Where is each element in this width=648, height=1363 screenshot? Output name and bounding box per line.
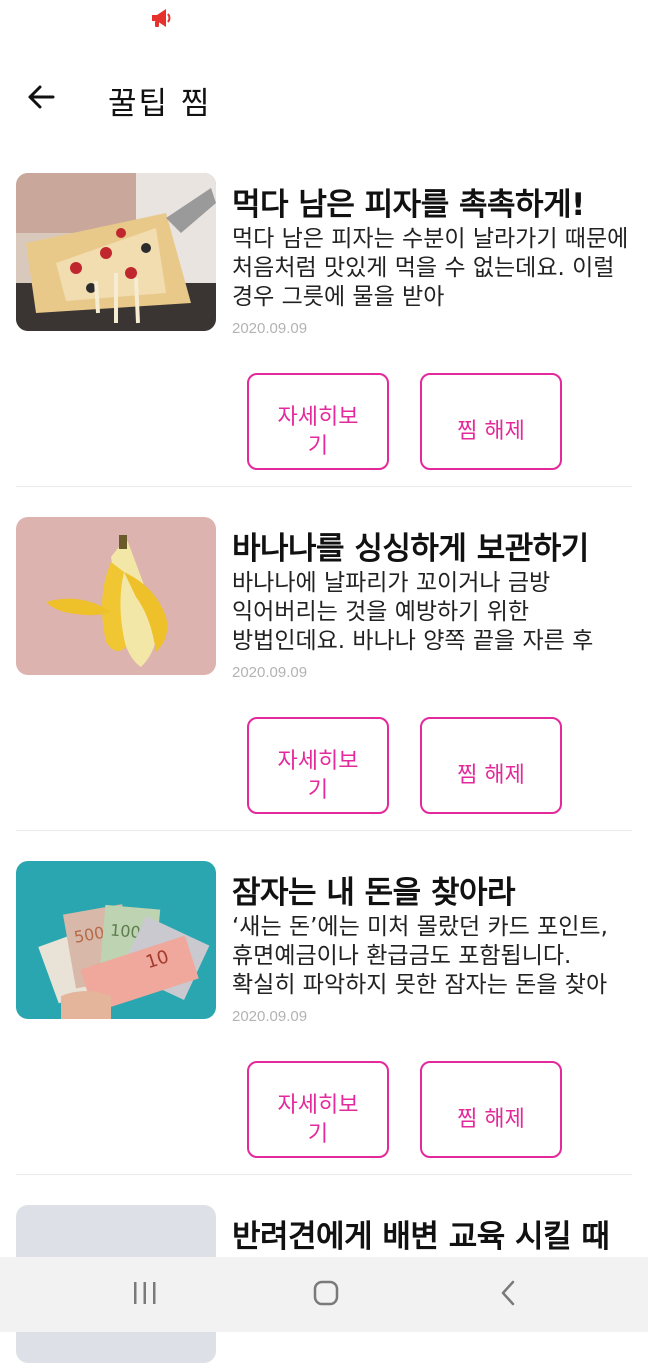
banana-photo[interactable] bbox=[16, 517, 216, 675]
card-date: 2020.09.09 bbox=[232, 320, 308, 337]
card-title[interactable]: 반려견에게 배변 교육 시킬 때 bbox=[232, 1211, 632, 1256]
card-title[interactable]: 잠자는 내 돈을 찾아라 bbox=[232, 867, 632, 912]
money-photo[interactable]: 500 100 10 bbox=[16, 861, 216, 1019]
card-description: 바나나에 날파리가 꼬이거나 금방 익어버리는 것을 예방하기 위한 방법인데요… bbox=[232, 570, 594, 654]
unfavorite-button[interactable]: 찜 해제 bbox=[420, 717, 562, 814]
view-details-button[interactable]: 자세히보기 bbox=[247, 1061, 389, 1158]
page-title: 꿀팁 찜 bbox=[108, 86, 212, 122]
system-nav-bar bbox=[0, 1257, 648, 1332]
card-title[interactable]: 바나나를 싱싱하게 보관하기 bbox=[232, 523, 632, 568]
tip-list: 먹다 남은 피자를 촉촉하게! 먹다 남은 피자는 수분이 날라가기 때문에 처… bbox=[0, 173, 648, 1363]
recent-apps-button[interactable] bbox=[115, 1273, 175, 1317]
pizza-photo[interactable] bbox=[16, 173, 216, 331]
megaphone-icon bbox=[150, 8, 172, 28]
back-chevron-icon bbox=[498, 1279, 518, 1311]
card-date: 2020.09.09 bbox=[232, 664, 308, 681]
back-button[interactable] bbox=[16, 74, 66, 124]
list-item: 바나나를 싱싱하게 보관하기 바나나에 날파리가 꼬이거나 금방 익어버리는 것… bbox=[0, 517, 648, 861]
arrow-left-icon bbox=[26, 82, 56, 116]
recent-apps-icon bbox=[132, 1281, 158, 1309]
view-details-button[interactable]: 자세히보기 bbox=[247, 373, 389, 470]
home-button[interactable] bbox=[296, 1273, 356, 1317]
nav-back-button[interactable] bbox=[478, 1273, 538, 1317]
unfavorite-button[interactable]: 찜 해제 bbox=[420, 373, 562, 470]
card-description: 먹다 남은 피자는 수분이 날라가기 때문에 처음처럼 맛있게 먹을 수 없는데… bbox=[232, 226, 629, 310]
divider bbox=[16, 486, 632, 487]
app-header: 꿀팁 찜 bbox=[0, 60, 648, 140]
status-bar bbox=[0, 0, 648, 40]
divider bbox=[16, 1174, 632, 1175]
card-title[interactable]: 먹다 남은 피자를 촉촉하게! bbox=[232, 179, 632, 224]
card-description: ‘새는 돈’에는 미처 몰랐던 카드 포인트, 휴면예금이나 환급금도 포함됩니… bbox=[232, 914, 608, 998]
unfavorite-button[interactable]: 찜 해제 bbox=[420, 1061, 562, 1158]
list-item: 먹다 남은 피자를 촉촉하게! 먹다 남은 피자는 수분이 날라가기 때문에 처… bbox=[0, 173, 648, 517]
card-date: 2020.09.09 bbox=[232, 1008, 308, 1025]
divider bbox=[16, 830, 632, 831]
home-icon bbox=[312, 1279, 340, 1311]
list-item: 500 100 10 잠자는 내 돈을 찾아라 ‘새는 돈’에는 미처 몰랐던 … bbox=[0, 861, 648, 1205]
view-details-button[interactable]: 자세히보기 bbox=[247, 717, 389, 814]
